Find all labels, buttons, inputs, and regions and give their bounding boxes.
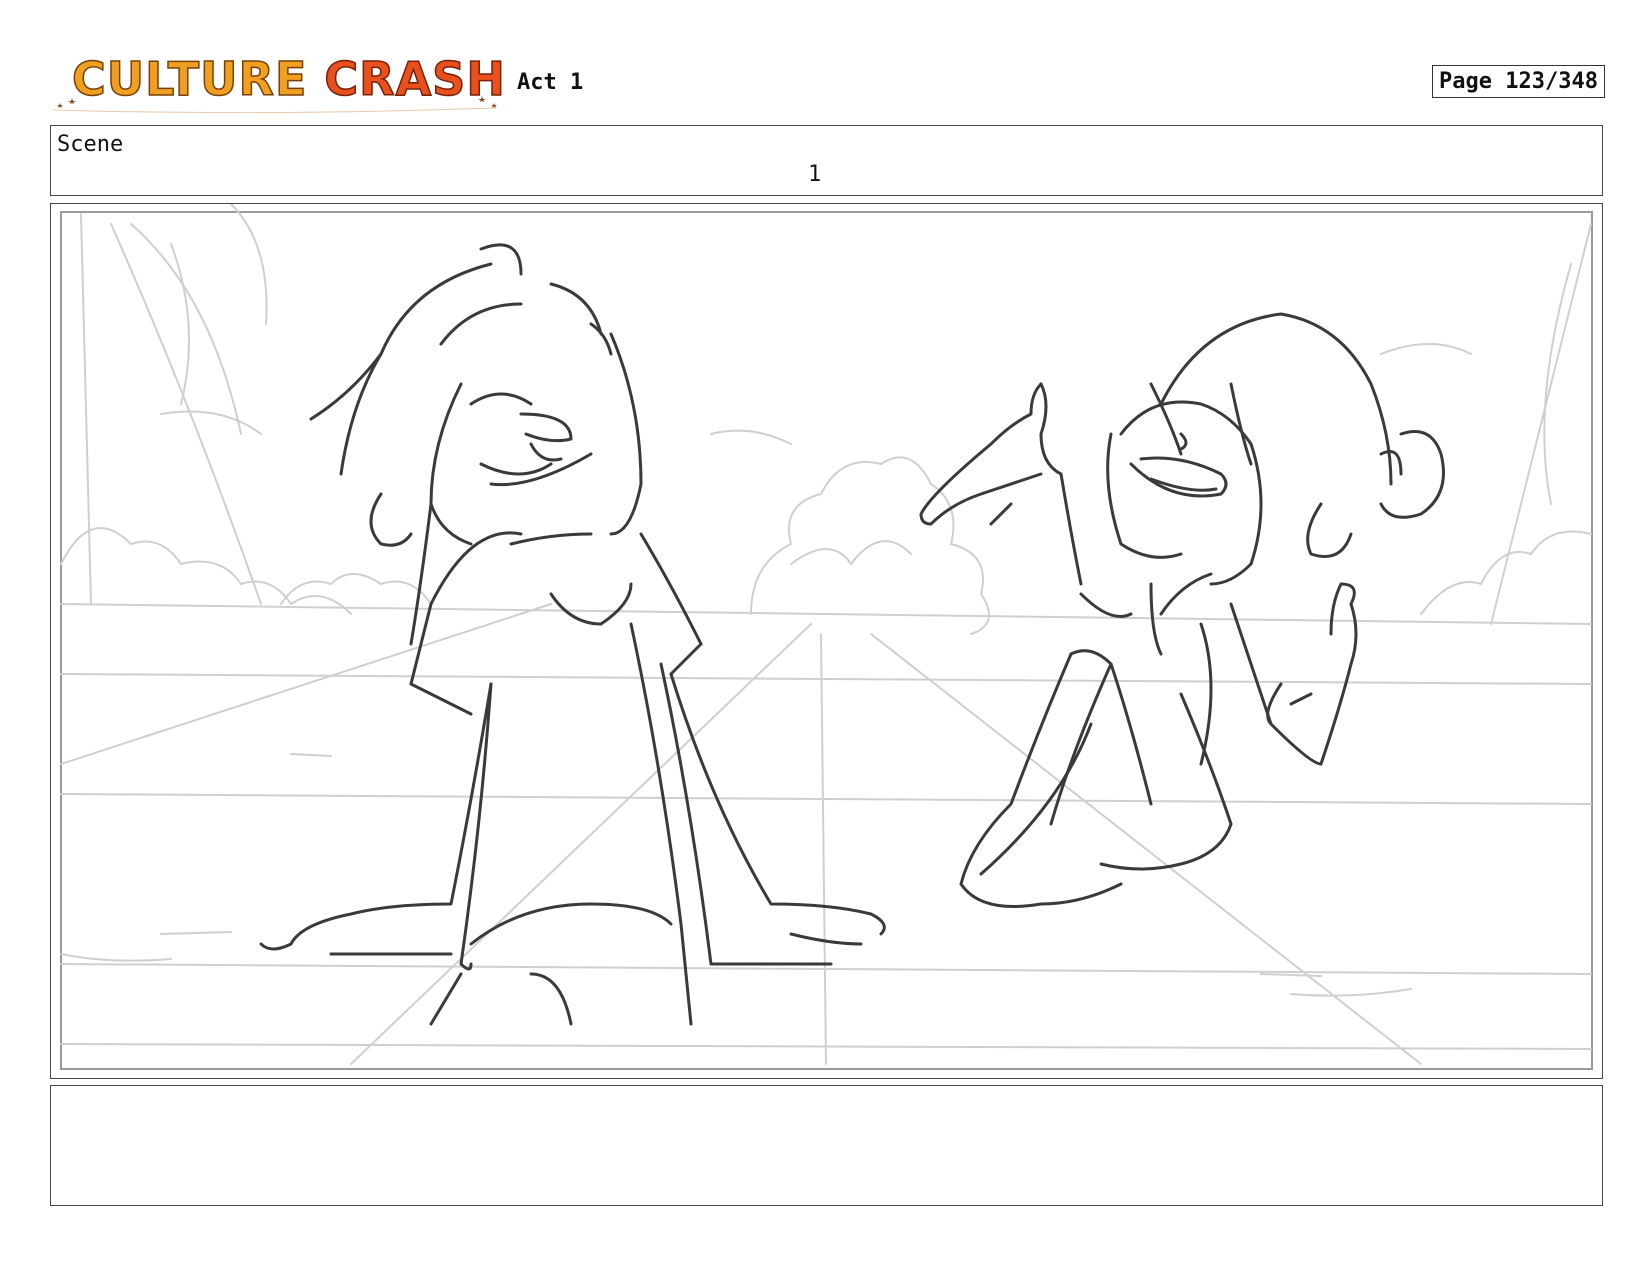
culture-crash-logo: CULTURE CRASH <box>50 50 506 114</box>
logo-word-culture: CULTURE <box>71 52 308 106</box>
scene-number: 1 <box>808 162 822 187</box>
scene-label: Scene <box>57 132 124 157</box>
storyboard-panel <box>50 203 1603 1079</box>
scene-box: Scene 1 <box>50 125 1603 196</box>
act-label: Act 1 <box>517 70 584 95</box>
page-header: CULTURE CRASH Act 1 Page 123/348 <box>50 50 1605 114</box>
logo-word-crash: CRASH <box>324 52 506 106</box>
page-counter: Page 123/348 <box>1432 65 1605 98</box>
notes-box <box>50 1085 1603 1206</box>
storyboard-sketch-icon <box>60 204 1593 1070</box>
